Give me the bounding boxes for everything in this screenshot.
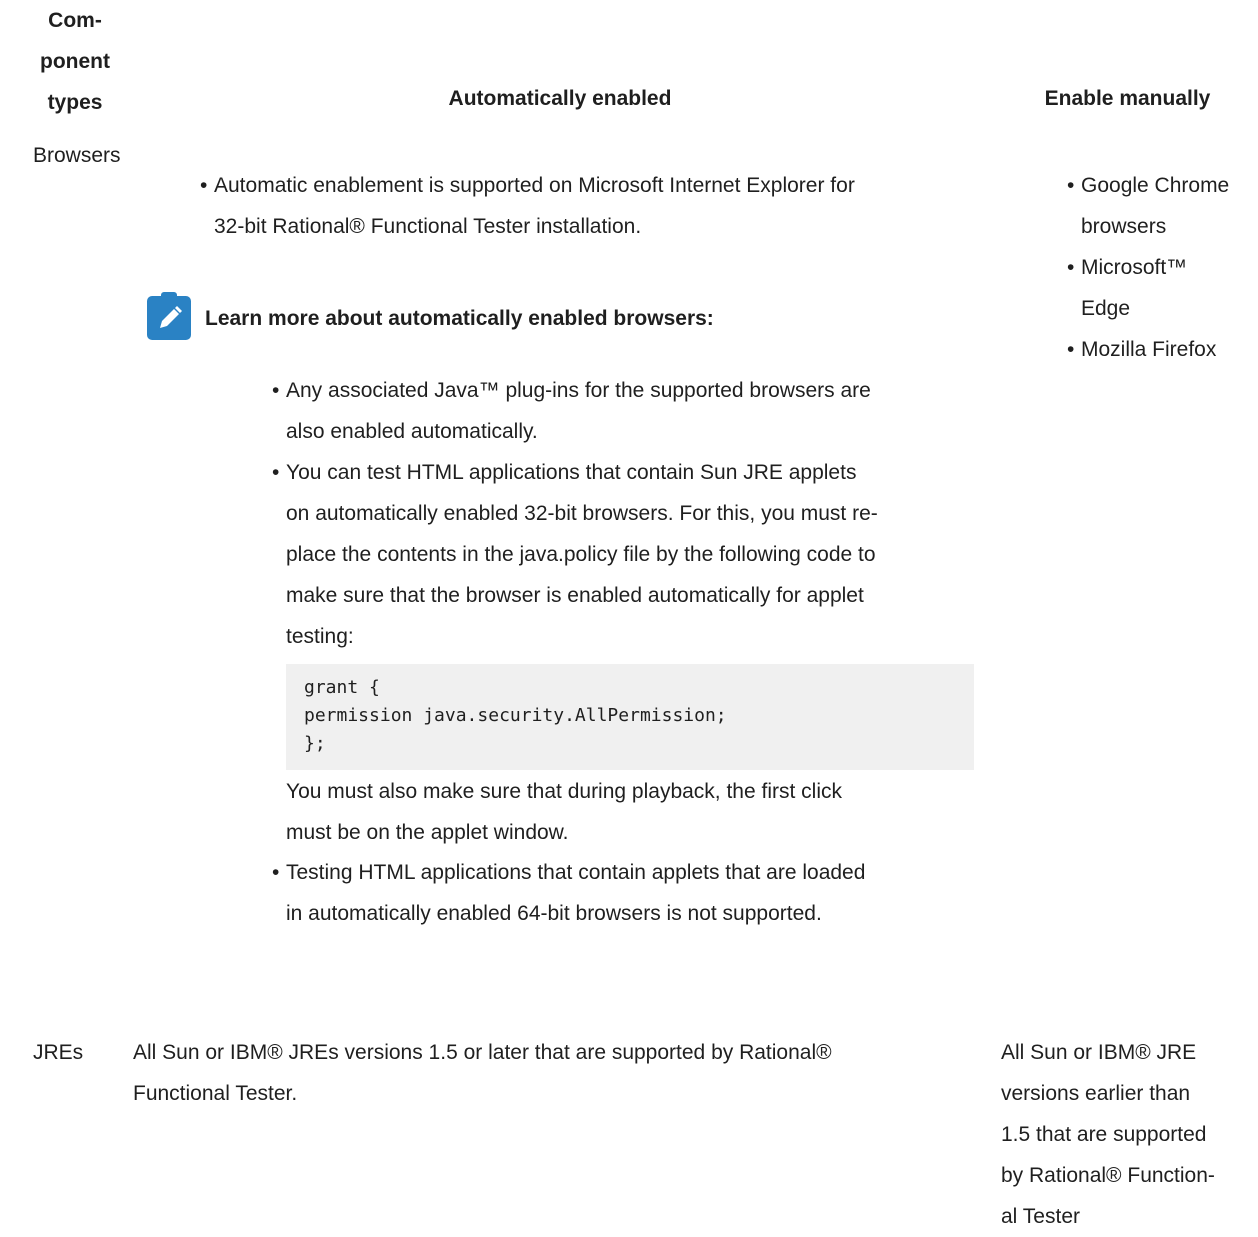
code-block: grant { permission java.security.AllPerm… [286, 664, 974, 770]
pencil-note-icon [147, 292, 191, 340]
row-type-browsers: Browsers [33, 144, 121, 167]
list-item: Microsoft™ Edge [1067, 247, 1257, 329]
browsers-manual-list: Google Chrome browsers Microsoft™ Edge M… [1067, 165, 1257, 370]
text-line: All Sun or IBM® JRE [1001, 1041, 1197, 1064]
header-enable-manually: Enable manually [1044, 87, 1211, 110]
text-line: You must also make sure that during play… [286, 780, 842, 803]
list-item: Mozilla Firefox [1067, 329, 1257, 370]
row-type-jres: JREs [33, 1041, 84, 1064]
text-line: Testing HTML applications that contain a… [286, 861, 866, 884]
text-line: by Rational® Function- [1001, 1164, 1215, 1187]
note-list: Any associated Java™ plug-ins for the su… [272, 370, 992, 657]
list-item: Testing HTML applications that contain a… [272, 852, 992, 934]
text-line: You can test HTML applications that cont… [286, 461, 857, 484]
text-line: Microsoft™ [1081, 256, 1188, 279]
list-item: You can test HTML applications that cont… [272, 452, 992, 657]
text-line: Functional Tester. [133, 1082, 298, 1105]
header-line: types [47, 91, 103, 114]
list-item: Automatic enablement is supported on Mic… [200, 165, 980, 247]
text-line: All Sun or IBM® JREs versions 1.5 or lat… [133, 1041, 832, 1064]
text-line: Automatic enablement is supported on Mic… [214, 174, 855, 197]
header-line: Com- [48, 9, 102, 32]
text-line: Edge [1081, 297, 1131, 320]
text-line: Google Chrome [1081, 174, 1230, 197]
text-line: place the contents in the java.policy fi… [286, 543, 876, 566]
browsers-auto-list: Automatic enablement is supported on Mic… [200, 165, 980, 247]
note-title: Learn more about automatically enabled b… [205, 307, 714, 330]
text-line: make sure that the browser is enabled au… [286, 584, 864, 607]
text-line: testing: [286, 625, 354, 648]
list-item: Any associated Java™ plug-ins for the su… [272, 370, 992, 452]
text-line: versions earlier than [1001, 1082, 1191, 1105]
text-line: Any associated Java™ plug-ins for the su… [286, 379, 871, 402]
text-line: 32-bit Rational® Functional Tester insta… [214, 215, 642, 238]
header-automatically-enabled: Automatically enabled [448, 87, 672, 110]
text-line: Mozilla Firefox [1081, 338, 1217, 361]
text-line: al Tester [1001, 1205, 1080, 1228]
text-line: in automatically enabled 64-bit browsers… [286, 902, 822, 925]
jres-auto-text: All Sun or IBM® JREs versions 1.5 or lat… [133, 1032, 963, 1114]
text-line: on automatically enabled 32-bit browsers… [286, 502, 878, 525]
after-code-text: You must also make sure that during play… [286, 771, 986, 853]
header-line: ponent [40, 50, 110, 73]
note-list-last: Testing HTML applications that contain a… [272, 852, 992, 934]
jres-manual-text: All Sun or IBM® JRE versions earlier tha… [1001, 1032, 1258, 1237]
text-line: 1.5 that are supported [1001, 1123, 1207, 1146]
header-component-types: Com- ponent types [30, 0, 120, 123]
text-line: also enabled automatically. [286, 420, 538, 443]
text-line: must be on the applet window. [286, 821, 569, 844]
text-line: browsers [1081, 215, 1167, 238]
list-item: Google Chrome browsers [1067, 165, 1257, 247]
